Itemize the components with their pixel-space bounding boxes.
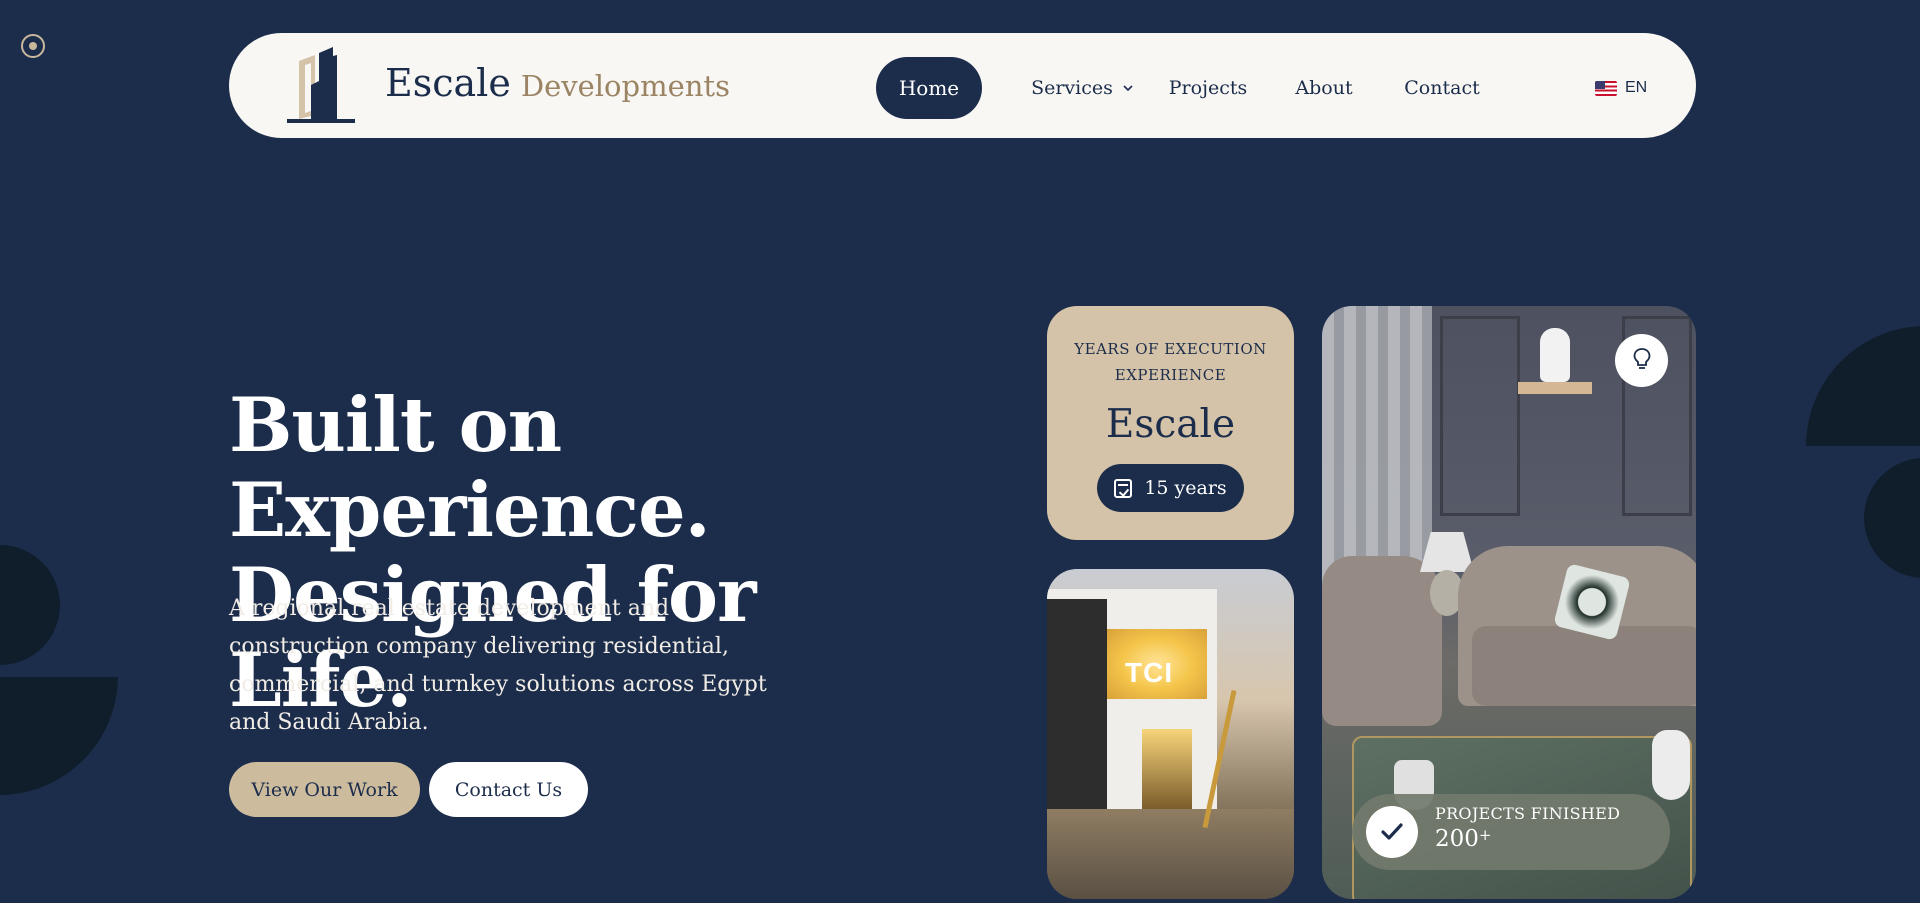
navbar: Escale Developments Home Services Projec… xyxy=(229,33,1696,138)
hero-description: A regional real estate development and c… xyxy=(229,596,767,735)
projects-finished-label: PROJECTS FINISHED xyxy=(1435,804,1621,823)
wall-shelf xyxy=(1518,382,1592,394)
building-dark-wall xyxy=(1047,599,1107,819)
contact-us-button[interactable]: Contact Us xyxy=(429,762,588,817)
logo-icon[interactable] xyxy=(285,45,355,125)
brand-main-text: Escale xyxy=(385,61,511,105)
brand-sub-text: Developments xyxy=(520,69,730,103)
projects-finished-suffix: + xyxy=(1478,826,1492,844)
nav-link-projects[interactable]: Projects xyxy=(1158,57,1258,119)
bust-sculpture xyxy=(1540,328,1570,382)
experience-label: YEARS OF EXECUTION EXPERIENCE xyxy=(1074,340,1267,384)
nav-link-services[interactable]: Services xyxy=(1012,57,1152,119)
decorative-right-quarter xyxy=(1864,458,1920,578)
armchair xyxy=(1322,556,1442,726)
language-selector[interactable]: EN xyxy=(1595,73,1647,103)
vase xyxy=(1652,730,1690,800)
nav-link-services-label: Services xyxy=(1031,77,1113,99)
decorative-right-semicircle xyxy=(1806,326,1920,446)
view-our-work-button[interactable]: View Our Work xyxy=(229,762,420,817)
experience-years-badge: 15 years xyxy=(1097,464,1244,512)
tci-sign: TCI xyxy=(1125,657,1174,688)
projects-finished-badge: PROJECTS FINISHED 200+ xyxy=(1352,794,1670,870)
nav-link-home[interactable]: Home xyxy=(876,57,982,119)
experience-years: 15 years xyxy=(1144,477,1227,499)
hero-title-line1: Built on Experience. xyxy=(229,381,711,554)
us-flag-icon xyxy=(1595,80,1617,96)
sofa-seat xyxy=(1472,626,1696,706)
experience-card: YEARS OF EXECUTION EXPERIENCE Escale 15 … xyxy=(1047,306,1294,540)
nav-link-contact[interactable]: Contact xyxy=(1392,57,1492,119)
building-photo: TCI xyxy=(1047,569,1294,899)
wall-panel xyxy=(1440,316,1520,516)
projects-finished-value: 200+ xyxy=(1435,826,1491,852)
calendar-check-icon xyxy=(1114,478,1133,498)
entrance-light xyxy=(1142,729,1192,809)
lightbulb-button[interactable] xyxy=(1615,334,1668,387)
chevron-down-icon xyxy=(1123,81,1133,96)
target-icon xyxy=(21,34,45,58)
decorative-circle xyxy=(0,545,60,665)
check-icon xyxy=(1366,806,1418,858)
nav-link-about[interactable]: About xyxy=(1284,57,1364,119)
ground xyxy=(1047,809,1294,899)
lightbulb-icon xyxy=(1632,347,1652,375)
decorative-half-circle xyxy=(0,677,118,797)
projects-finished-number: 200 xyxy=(1435,826,1479,852)
brand-name[interactable]: Escale Developments xyxy=(385,61,730,105)
language-label: EN xyxy=(1625,79,1648,96)
experience-brand: Escale xyxy=(1105,402,1236,447)
